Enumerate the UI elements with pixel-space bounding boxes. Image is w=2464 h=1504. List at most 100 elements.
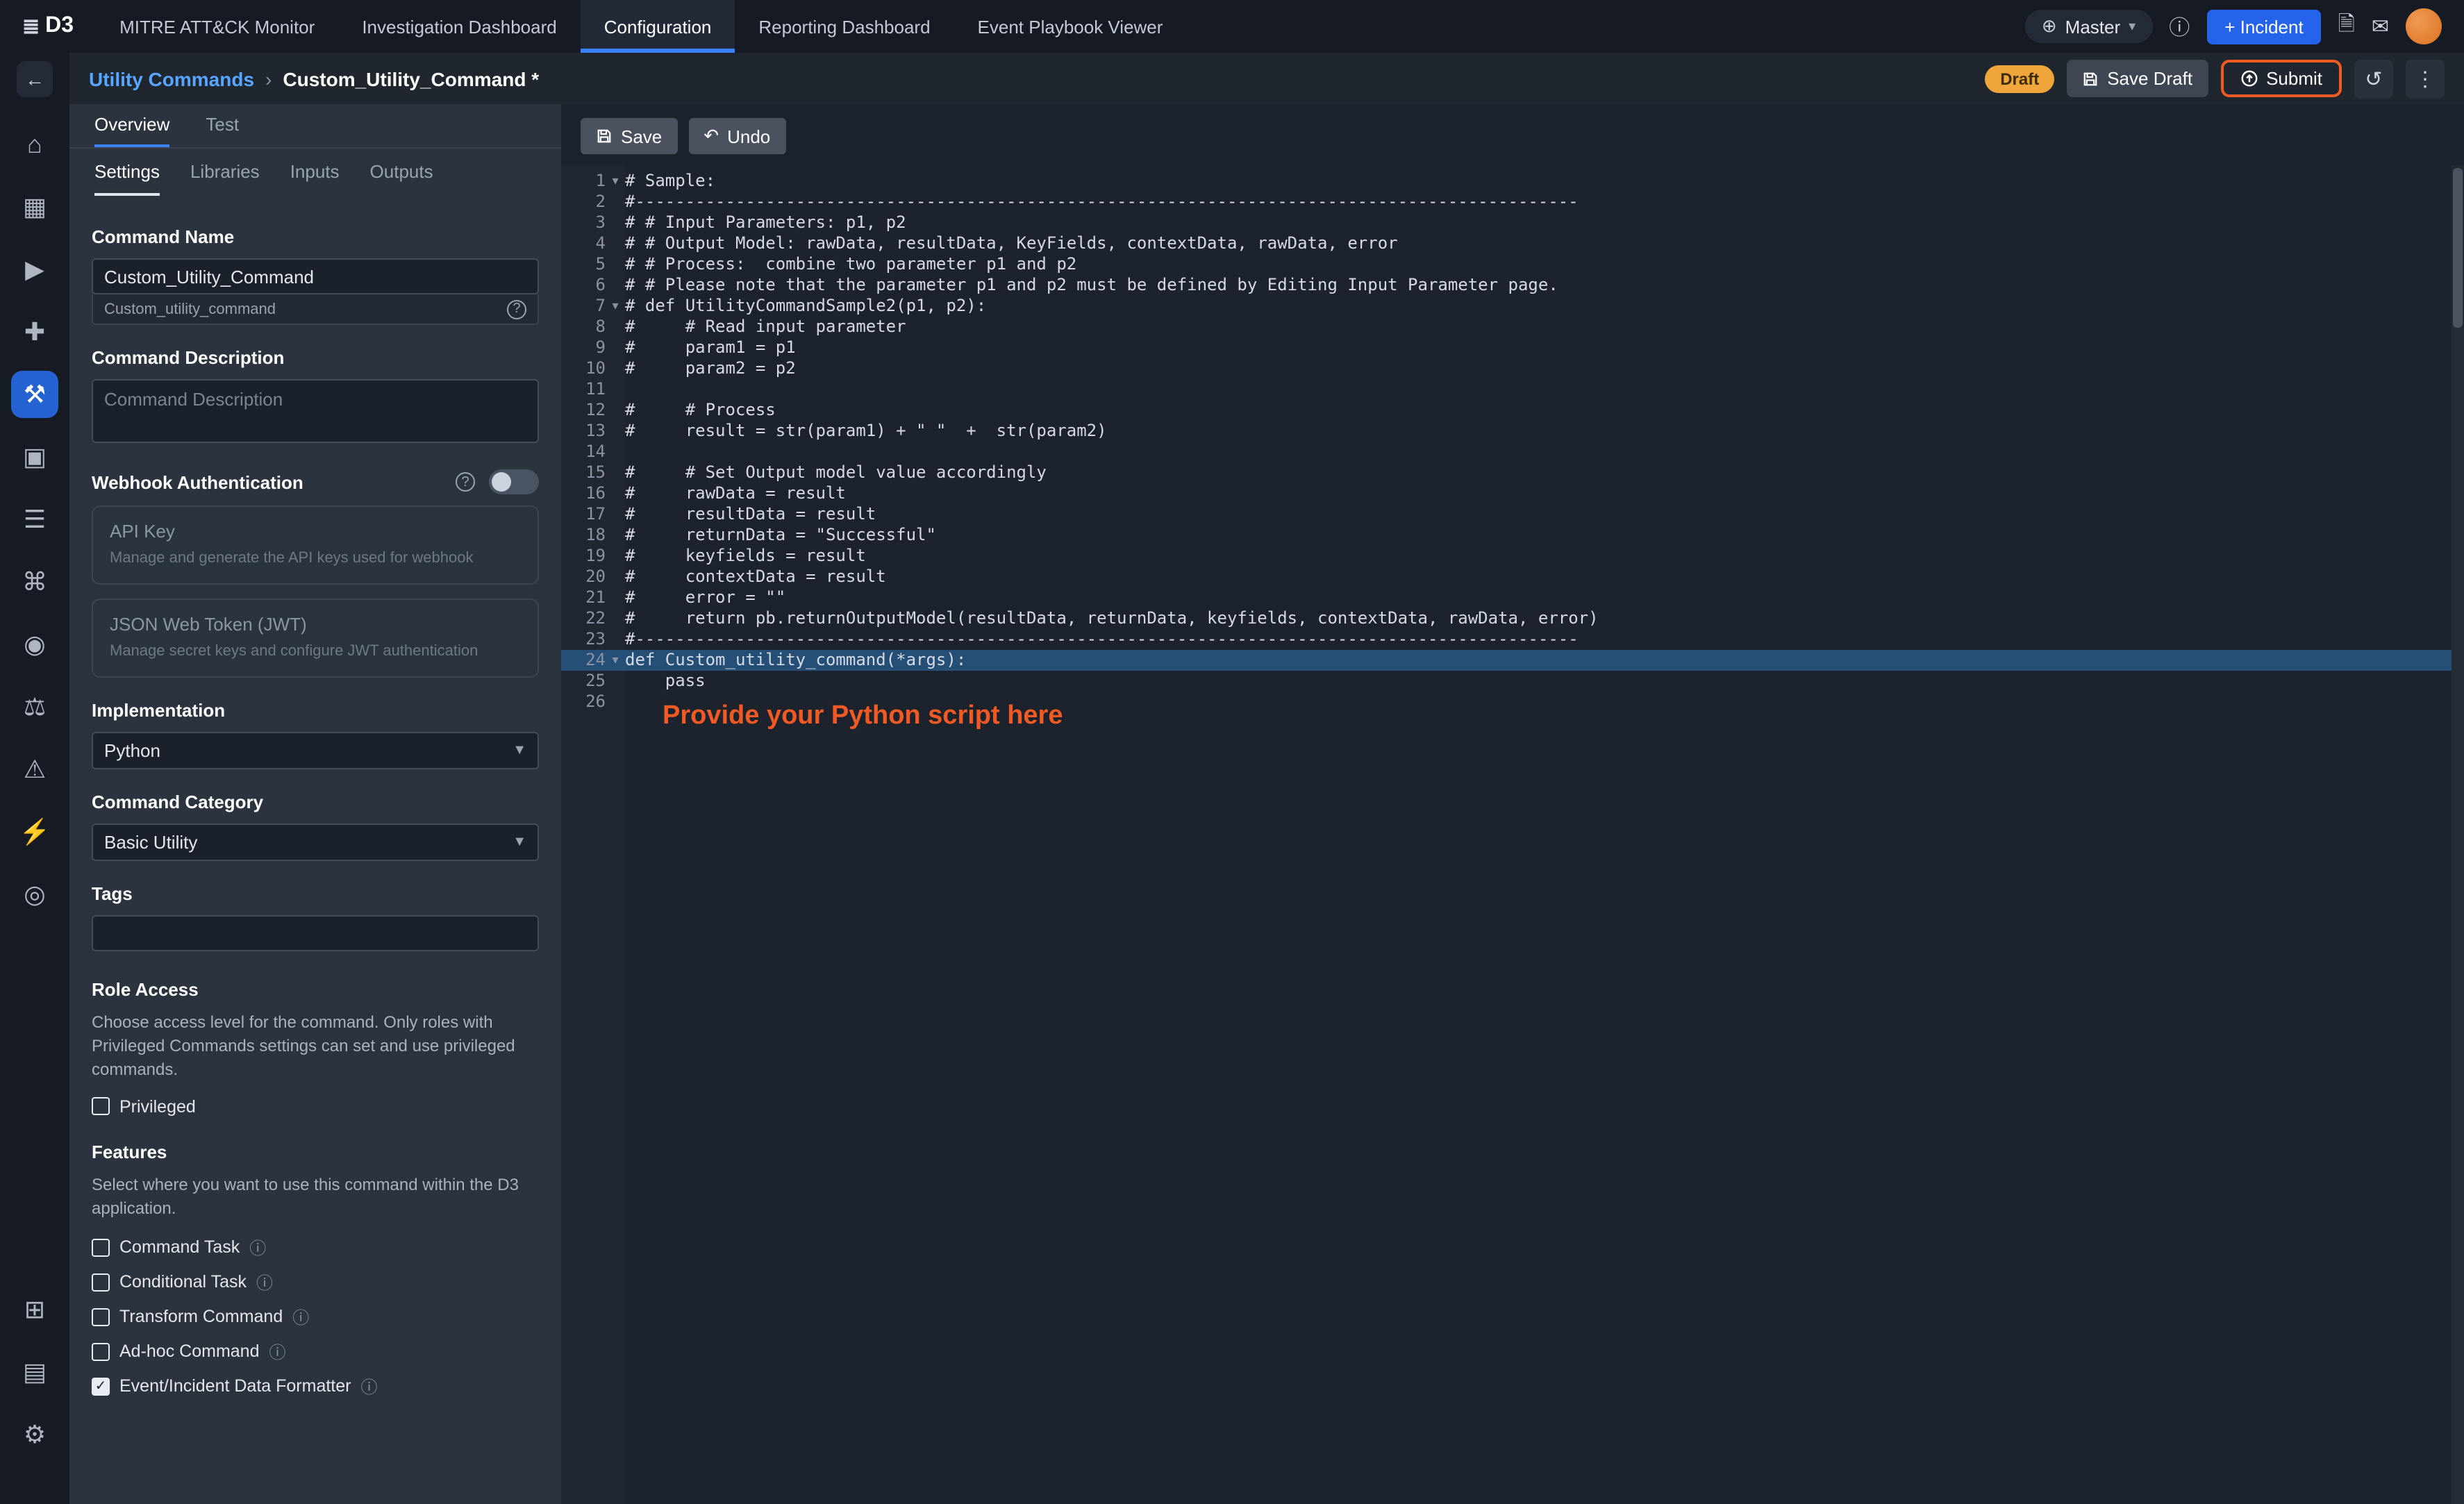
- subtab-outputs[interactable]: Outputs: [370, 149, 433, 196]
- feature-ad-hoc-command[interactable]: Ad-hoc Command ⓘ: [92, 1339, 539, 1363]
- feature-event-incident-data-formatter[interactable]: ✓ Event/Incident Data Formatter ⓘ: [92, 1374, 539, 1398]
- code-line-22[interactable]: 22 # return pb.returnOutputModel(resultDa…: [561, 608, 2464, 629]
- apps-icon[interactable]: ▣: [11, 433, 58, 481]
- code-line-10[interactable]: 10 # param2 = p2: [561, 358, 2464, 379]
- editor-save-button[interactable]: Save: [581, 118, 678, 154]
- fold-icon: [606, 462, 625, 483]
- info-icon[interactable]: ⓘ: [361, 1374, 378, 1398]
- webhook-auth-toggle[interactable]: [489, 469, 539, 494]
- code-area[interactable]: 1 ▾ # Sample: 2 #---------------------------…: [561, 165, 2464, 1504]
- integrations-icon[interactable]: ✚: [11, 308, 58, 356]
- code-line-5[interactable]: 5 # # Process: combine two parameter p1 a…: [561, 254, 2464, 275]
- breadcrumb-parent-link[interactable]: Utility Commands: [89, 67, 254, 90]
- code-line-12[interactable]: 12 # # Process: [561, 400, 2464, 421]
- topnav-item-reporting-dashboard[interactable]: Reporting Dashboard: [735, 0, 954, 53]
- code-line-16[interactable]: 16 # rawData = result: [561, 483, 2464, 504]
- playbook-icon[interactable]: ▶: [11, 246, 58, 293]
- command-description-input[interactable]: [92, 379, 539, 443]
- automation-icon[interactable]: ⚡: [11, 808, 58, 855]
- code-line-24[interactable]: 24 ▾ def Custom_utility_command(*args):: [561, 650, 2464, 671]
- code-line-15[interactable]: 15 # # Set Output model value accordingly: [561, 462, 2464, 483]
- info-icon[interactable]: ⓘ: [2169, 12, 2190, 41]
- fold-icon: [606, 671, 625, 692]
- folder-icon[interactable]: ▤: [11, 1348, 58, 1396]
- tab-test[interactable]: Test: [206, 104, 239, 147]
- code-line-21[interactable]: 21 # error = "": [561, 587, 2464, 608]
- fingerprint-icon[interactable]: ◎: [11, 871, 58, 918]
- kebab-menu-button[interactable]: ⋮: [2406, 59, 2445, 98]
- command-category-select[interactable]: Basic Utility ▼: [92, 823, 539, 861]
- code-line-3[interactable]: 3 # # Input Parameters: p1, p2: [561, 212, 2464, 233]
- submit-button[interactable]: Submit: [2220, 60, 2342, 97]
- implementation-label: Implementation: [92, 699, 226, 721]
- calendar-icon[interactable]: ▦: [11, 183, 58, 231]
- settings-gear-icon[interactable]: ⚙: [11, 1411, 58, 1458]
- implementation-select[interactable]: Python ▼: [92, 731, 539, 769]
- tab-overview[interactable]: Overview: [94, 104, 170, 147]
- pages-icon[interactable]: ⊞: [11, 1286, 58, 1333]
- back-button[interactable]: ←: [17, 60, 53, 97]
- master-dropdown[interactable]: ⊕ Master ▾: [2024, 10, 2153, 43]
- broadcast-icon[interactable]: ◉: [11, 621, 58, 668]
- compliance-scale-icon[interactable]: ⚖: [11, 683, 58, 730]
- code-line-6[interactable]: 6 # # Please note that the parameter p1 a…: [561, 275, 2464, 296]
- d3-logo[interactable]: ≣ D3: [0, 0, 96, 53]
- code-line-20[interactable]: 20 # contextData = result: [561, 567, 2464, 587]
- feature-conditional-task[interactable]: Conditional Task ⓘ: [92, 1270, 539, 1294]
- info-icon[interactable]: ⓘ: [269, 1339, 286, 1363]
- subtab-settings[interactable]: Settings: [94, 149, 160, 196]
- topnav-item-investigation-dashboard[interactable]: Investigation Dashboard: [338, 0, 580, 53]
- privileged-checkbox-row[interactable]: Privileged: [92, 1097, 539, 1117]
- code-line-19[interactable]: 19 # keyfields = result: [561, 546, 2464, 567]
- connections-icon[interactable]: ⌘: [11, 558, 58, 605]
- avatar[interactable]: [2406, 8, 2442, 44]
- incident-button[interactable]: + Incident: [2206, 9, 2322, 44]
- fold-icon[interactable]: ▾: [606, 650, 625, 671]
- tags-input[interactable]: [92, 914, 539, 951]
- fold-icon: [606, 504, 625, 525]
- code-line-25[interactable]: 25 pass: [561, 671, 2464, 692]
- code-line-9[interactable]: 9 # param1 = p1: [561, 337, 2464, 358]
- fold-icon[interactable]: ▾: [606, 296, 625, 317]
- editor-scrollbar[interactable]: [2451, 165, 2464, 1504]
- code-line-13[interactable]: 13 # result = str(param1) + " " + str(par…: [561, 421, 2464, 442]
- history-button[interactable]: ↺: [2354, 59, 2393, 98]
- subtab-inputs[interactable]: Inputs: [290, 149, 340, 196]
- document-icon[interactable]: 🗎: [2338, 9, 2355, 44]
- subtab-libraries[interactable]: Libraries: [190, 149, 260, 196]
- alert-triangle-icon[interactable]: ⚠: [11, 746, 58, 793]
- feature-command-task[interactable]: Command Task ⓘ: [92, 1235, 539, 1259]
- jwt-card[interactable]: JSON Web Token (JWT) Manage secret keys …: [92, 598, 539, 678]
- editor-scrollbar-thumb[interactable]: [2453, 168, 2463, 328]
- api-key-card[interactable]: API Key Manage and generate the API keys…: [92, 505, 539, 585]
- home-icon[interactable]: ⌂: [11, 121, 58, 168]
- utility-commands-icon[interactable]: ⚒: [11, 371, 58, 418]
- editor-undo-button[interactable]: ↶ Undo: [688, 118, 786, 154]
- chat-icon[interactable]: ✉: [2372, 14, 2389, 39]
- fold-icon[interactable]: ▾: [606, 171, 625, 192]
- code-line-18[interactable]: 18 # returnData = "Successful": [561, 525, 2464, 546]
- info-icon[interactable]: ⓘ: [292, 1305, 309, 1328]
- help-icon[interactable]: ?: [507, 299, 526, 319]
- topnav-item-event-playbook-viewer[interactable]: Event Playbook Viewer: [954, 0, 1187, 53]
- topnav-item-configuration[interactable]: Configuration: [580, 0, 735, 53]
- info-icon[interactable]: ⓘ: [256, 1270, 273, 1294]
- info-icon[interactable]: ⓘ: [249, 1235, 266, 1259]
- code-line-7[interactable]: 7 ▾ # def UtilityCommandSample2(p1, p2):: [561, 296, 2464, 317]
- code-line-14[interactable]: 14: [561, 442, 2464, 462]
- code-line-2[interactable]: 2 #--------------------------------------…: [561, 192, 2464, 212]
- feature-transform-command[interactable]: Transform Command ⓘ: [92, 1305, 539, 1328]
- code-line-4[interactable]: 4 # # Output Model: rawData, resultData, …: [561, 233, 2464, 254]
- code-line-17[interactable]: 17 # resultData = result: [561, 504, 2464, 525]
- data-stack-icon[interactable]: ☰: [11, 496, 58, 543]
- command-name-input[interactable]: [92, 258, 539, 294]
- code-line-8[interactable]: 8 # # Read input parameter: [561, 317, 2464, 337]
- code-line-11[interactable]: 11: [561, 379, 2464, 400]
- code-line-23[interactable]: 23 #-------------------------------------…: [561, 629, 2464, 650]
- code-editor: Save ↶ Undo 1 ▾ # Sample: 2 #---------------…: [561, 104, 2464, 1504]
- save-draft-button[interactable]: Save Draft: [2067, 60, 2208, 97]
- webhook-help-icon[interactable]: ?: [456, 472, 475, 492]
- line-number: 13: [585, 421, 606, 440]
- topnav-item-mitre-att-ck-monitor[interactable]: MITRE ATT&CK Monitor: [96, 0, 338, 53]
- code-line-1[interactable]: 1 ▾ # Sample:: [561, 171, 2464, 192]
